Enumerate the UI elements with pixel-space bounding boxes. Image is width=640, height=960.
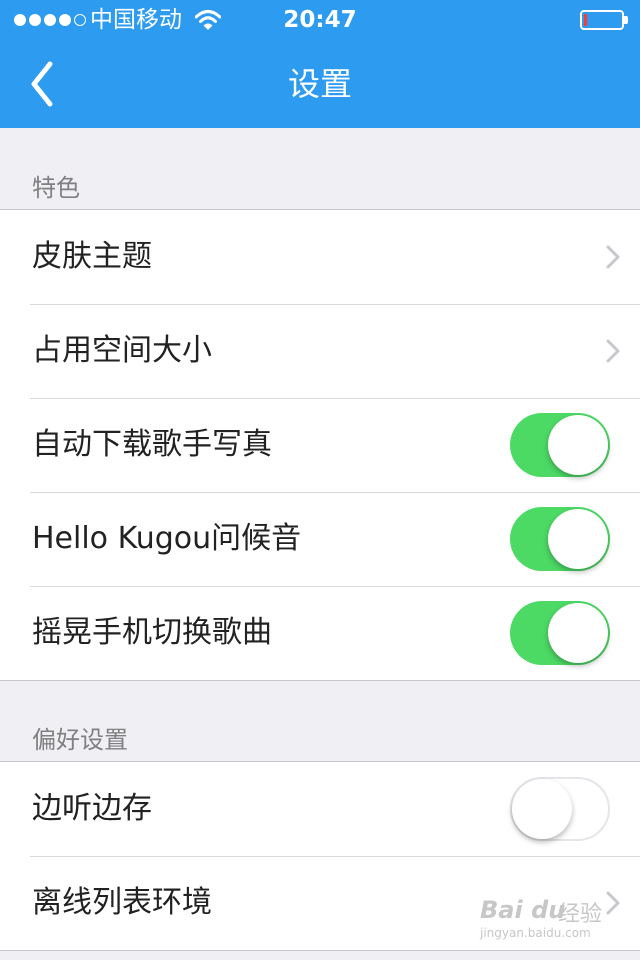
watermark-text: 经验: [558, 902, 603, 927]
row-label: 自动下载歌手写真: [32, 427, 272, 462]
section-header-preferences: 偏好设置: [32, 726, 128, 754]
chevron-right-icon: [606, 339, 620, 363]
settings-row-greeting-sound: Hello Kugou问候音: [0, 492, 640, 586]
row-label: 摇晃手机切换歌曲: [32, 615, 272, 650]
cache-while-playing-toggle[interactable]: [510, 777, 610, 841]
row-label: 离线列表环境: [32, 885, 212, 920]
watermark-logo: Bai du: [480, 896, 566, 924]
settings-row-auto-download-photos: 自动下载歌手写真: [0, 398, 640, 492]
settings-row-skin-theme[interactable]: 皮肤主题: [0, 210, 640, 304]
row-label: 占用空间大小: [32, 333, 212, 368]
battery-icon: [580, 10, 628, 30]
greeting-sound-toggle[interactable]: [510, 507, 610, 571]
battery-level: [584, 14, 587, 26]
settings-row-cache-while-playing: 边听边存: [0, 762, 640, 856]
status-bar: 中国移动 20:47: [0, 0, 640, 40]
settings-group-features: 皮肤主题 占用空间大小 自动下载歌手写真 Hello Kugou问候音 摇晃手机…: [0, 209, 640, 681]
status-time: 20:47: [283, 7, 357, 33]
auto-download-photos-toggle[interactable]: [510, 413, 610, 477]
navigation-bar: 中国移动 20:47 设置: [0, 0, 640, 128]
row-label: 边听边存: [32, 791, 152, 826]
settings-row-storage-size[interactable]: 占用空间大小: [0, 304, 640, 398]
chevron-right-icon: [606, 245, 620, 269]
watermark-url: jingyan.baidu.com: [480, 926, 591, 940]
shake-to-switch-toggle[interactable]: [510, 601, 610, 665]
page-title: 设置: [287, 65, 352, 103]
baidu-jingyan-watermark: Bai du 经验 jingyan.baidu.com: [480, 896, 610, 946]
row-label: 皮肤主题: [32, 239, 152, 274]
section-header-features: 特色: [32, 174, 80, 202]
row-label: Hello Kugou问候音: [32, 521, 302, 556]
settings-row-shake-to-switch: 摇晃手机切换歌曲: [0, 586, 640, 680]
